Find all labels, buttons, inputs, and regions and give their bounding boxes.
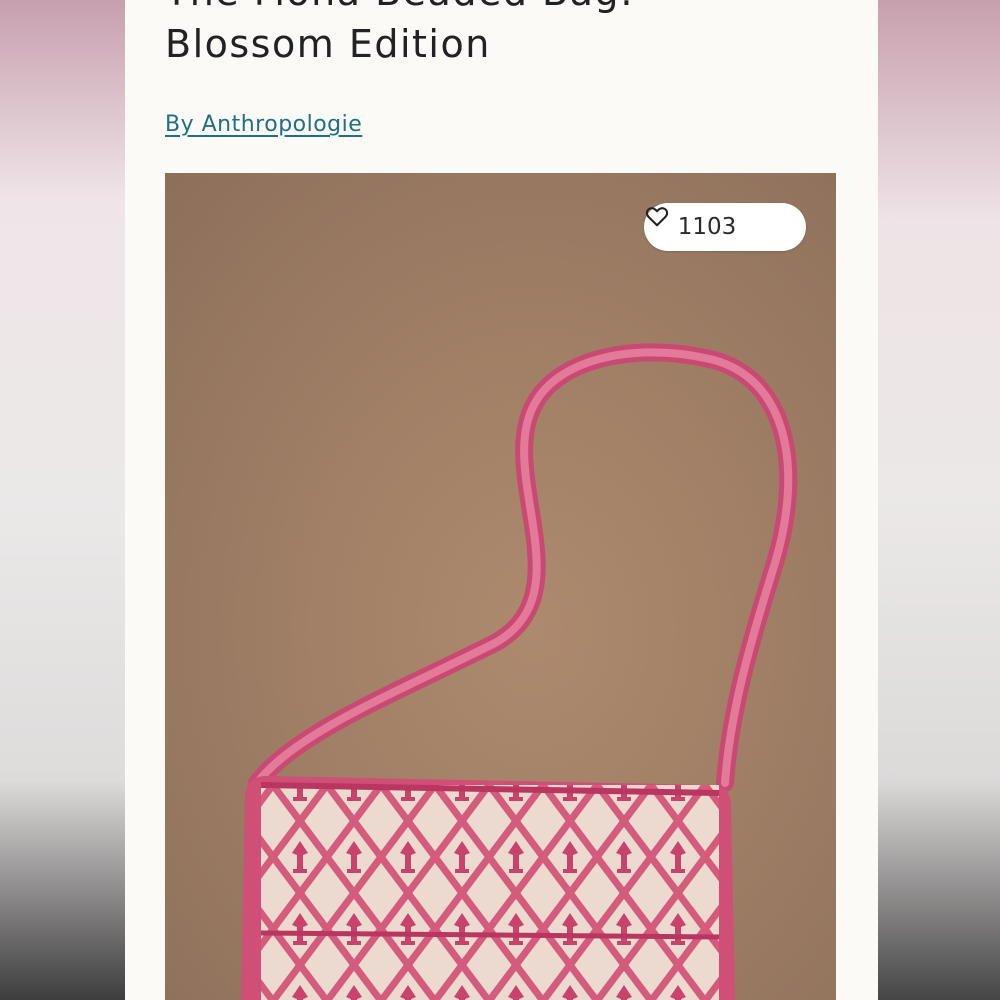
blurred-background-right (878, 0, 1000, 1000)
blurred-background-left (0, 0, 125, 1000)
like-button[interactable]: 1103 (644, 203, 806, 251)
product-title-line-2: Blossom Edition (165, 22, 491, 66)
product-title: The Fiona Beaded Bag: Blossom Edition (165, 0, 845, 70)
product-image[interactable]: 1103 (165, 173, 836, 1000)
like-count: 1103 (677, 214, 737, 240)
product-title-line-1: The Fiona Beaded Bag: (165, 0, 845, 18)
heart-outline-icon (645, 207, 772, 240)
brand-link[interactable]: By Anthropologie (165, 112, 362, 137)
beaded-bag-illustration (241, 343, 798, 1000)
product-card: The Fiona Beaded Bag: Blossom Edition By… (125, 0, 878, 1000)
